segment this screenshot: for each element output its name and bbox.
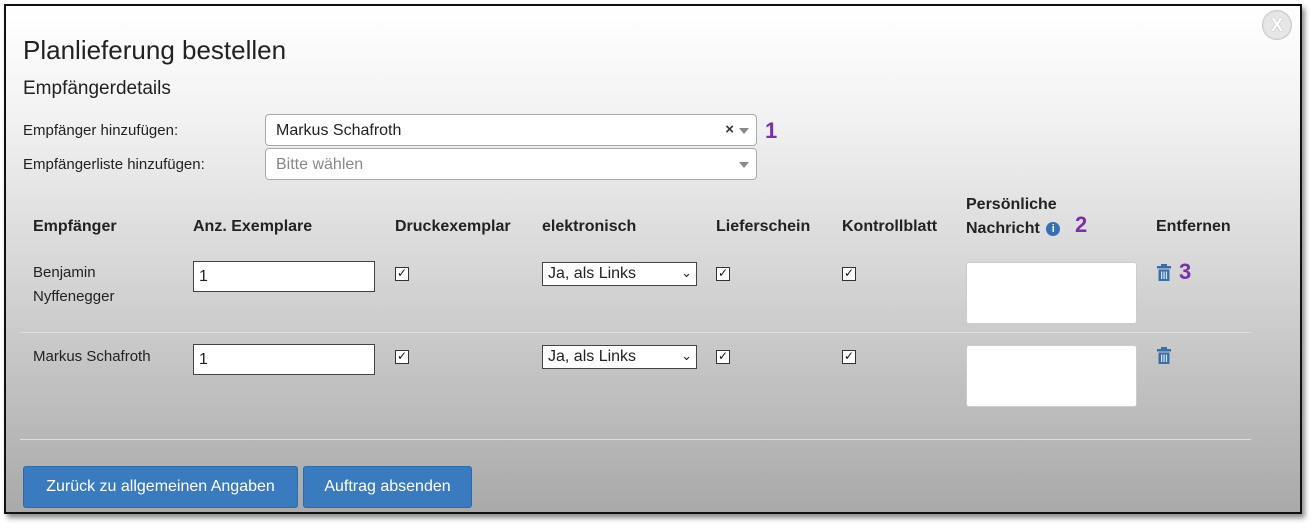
chevron-down-icon: [739, 162, 749, 168]
electronic-select[interactable]: Ja, als Links ⌄: [542, 262, 697, 286]
recipient-name-line2: Nyffenegger: [33, 288, 115, 305]
trash-icon[interactable]: [1157, 347, 1171, 364]
col-header-message-line2: Nachricht: [966, 220, 1040, 237]
footer-divider: [20, 439, 1251, 440]
delivery-note-checkbox[interactable]: ✓: [716, 350, 730, 364]
annotation-marker-1: 1: [765, 118, 778, 143]
electronic-select[interactable]: Ja, als Links ⌄: [542, 345, 697, 369]
row-divider: [20, 332, 1251, 333]
col-header-remove: Entfernen: [1156, 218, 1231, 235]
col-header-control-sheet: Kontrollblatt: [842, 218, 938, 235]
recipient-name-line1: Benjamin: [33, 264, 96, 281]
electronic-select-value: Ja, als Links: [548, 348, 637, 365]
col-header-message: Persönliche Nachricht i: [966, 193, 1061, 241]
submit-order-button[interactable]: Auftrag absenden: [303, 466, 472, 508]
col-header-print: Druckexemplar: [395, 218, 511, 235]
col-header-message-line1: Persönliche: [966, 196, 1057, 213]
annotation-marker-2: 2: [1075, 212, 1088, 237]
add-recipient-select[interactable]: Markus Schafroth ×: [265, 114, 757, 146]
info-icon[interactable]: i: [1046, 222, 1061, 236]
annotation-marker-3: 3: [1179, 259, 1192, 284]
add-recipient-label: Empfänger hinzufügen:: [23, 122, 179, 139]
row-recipient-name: Markus Schafroth: [33, 345, 151, 369]
col-header-delivery-note: Lieferschein: [716, 218, 811, 235]
close-icon: X: [1270, 14, 1283, 35]
copies-input[interactable]: 1: [193, 344, 375, 375]
close-button[interactable]: X: [1262, 10, 1292, 40]
trash-icon[interactable]: [1157, 264, 1171, 281]
add-recipient-value: Markus Schafroth: [276, 122, 402, 139]
back-button[interactable]: Zurück zu allgemeinen Angaben: [23, 466, 298, 508]
print-checkbox[interactable]: ✓: [395, 267, 409, 281]
control-sheet-checkbox[interactable]: ✓: [842, 267, 856, 281]
section-subtitle: Empfängerdetails: [23, 78, 171, 99]
chevron-down-icon: ⌄: [681, 265, 692, 280]
recipient-name-line1: Markus Schafroth: [33, 348, 151, 365]
modal-dialog: X Planlieferung bestellen Empfängerdetai…: [4, 4, 1302, 514]
header-divider: [20, 249, 1251, 250]
delivery-note-checkbox[interactable]: ✓: [716, 267, 730, 281]
control-sheet-checkbox[interactable]: ✓: [842, 350, 856, 364]
dialog-title: Planlieferung bestellen: [23, 35, 287, 65]
row-recipient-name: Benjamin Nyffenegger: [33, 261, 114, 309]
col-header-recipient: Empfänger: [33, 218, 117, 235]
personal-message-textarea[interactable]: [966, 262, 1137, 324]
print-checkbox[interactable]: ✓: [395, 350, 409, 364]
add-list-placeholder: Bitte wählen: [276, 156, 364, 173]
col-header-copies: Anz. Exemplare: [193, 218, 313, 235]
col-header-electronic: elektronisch: [542, 218, 637, 235]
add-list-select[interactable]: Bitte wählen: [265, 148, 757, 180]
chevron-down-icon: [739, 128, 749, 134]
chevron-down-icon: ⌄: [681, 348, 692, 363]
copies-input[interactable]: 1: [193, 261, 375, 292]
personal-message-textarea[interactable]: [966, 345, 1137, 407]
clear-selection-icon[interactable]: ×: [725, 122, 734, 138]
electronic-select-value: Ja, als Links: [548, 265, 637, 282]
add-list-label: Empfängerliste hinzufügen:: [23, 156, 205, 173]
